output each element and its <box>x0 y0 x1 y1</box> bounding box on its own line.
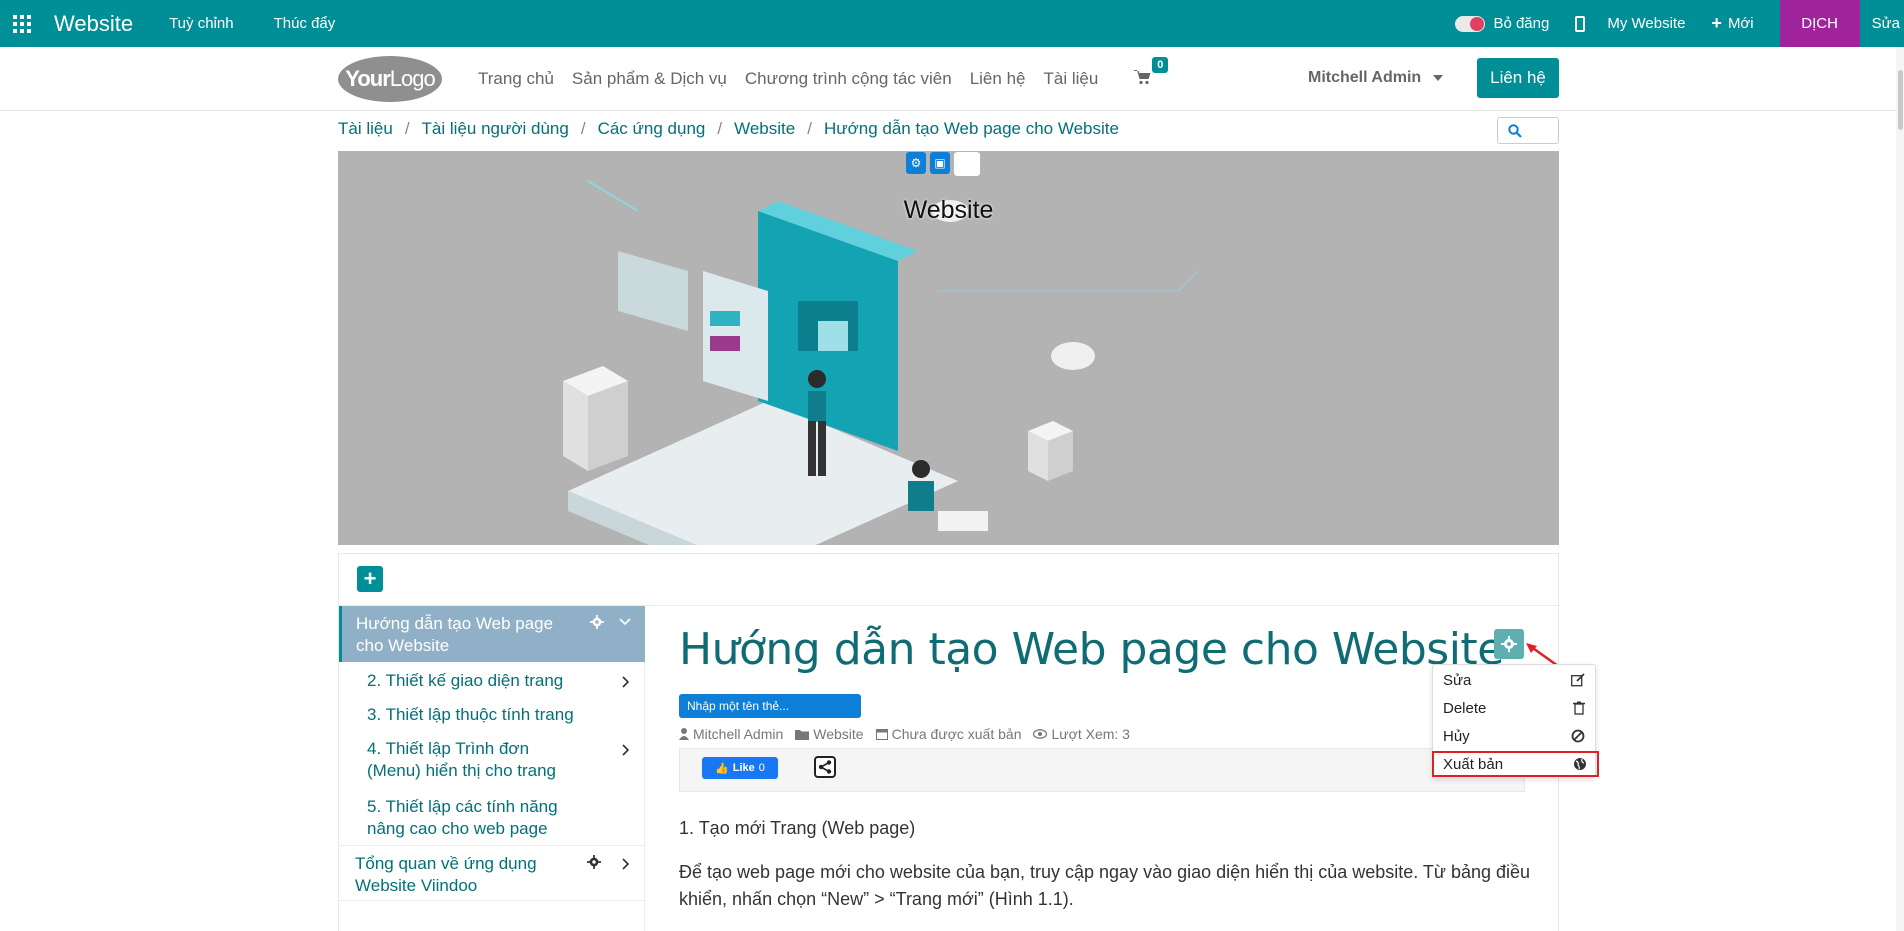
edit-icon <box>1571 673 1585 687</box>
chevron-right-icon[interactable] <box>622 676 630 688</box>
cover-image-icon[interactable]: ▣ <box>930 152 950 174</box>
cart-button[interactable]: 0 <box>1134 56 1169 90</box>
unpublish-toggle[interactable]: Bỏ đăng <box>1455 15 1549 32</box>
mobile-preview-icon[interactable] <box>1575 15 1586 32</box>
dropdown-edit[interactable]: Sửa <box>1433 667 1595 693</box>
nav-products[interactable]: Sản phẩm & Dịch vụ <box>572 69 727 89</box>
cover-tools: ⚙ ▣ <box>906 152 980 176</box>
search-input[interactable] <box>1497 117 1559 144</box>
logo-text-light: Logo <box>389 66 436 91</box>
dropdown-cancel[interactable]: Hủy <box>1433 723 1595 749</box>
meta-status: Chưa được xuất bản <box>875 726 1021 742</box>
unpublish-label: Bỏ đăng <box>1493 15 1550 32</box>
share-bar: 👍 Like 0 <box>679 748 1525 792</box>
nav-contact[interactable]: Liên hệ <box>970 69 1026 89</box>
breadcrumb-user-docs[interactable]: Tài liệu người dùng <box>422 119 569 139</box>
site-logo[interactable]: Your Logo <box>338 56 442 102</box>
menu-promote[interactable]: Thúc đẩy <box>274 15 336 32</box>
ban-icon <box>1571 729 1585 743</box>
sidebar-active-label: Hướng dẫn tạo Web page cho Website <box>356 614 554 655</box>
share-icon[interactable] <box>814 756 836 778</box>
page-scrollbar-thumb[interactable] <box>1898 70 1903 130</box>
dropdown-delete[interactable]: Delete <box>1433 695 1595 721</box>
eye-icon <box>1033 729 1048 739</box>
menu-customize[interactable]: Tuỳ chỉnh <box>169 15 233 32</box>
cover-color-swatch[interactable] <box>954 152 980 176</box>
cart-count-badge: 0 <box>1152 56 1169 73</box>
nav-docs[interactable]: Tài liệu <box>1043 69 1098 89</box>
site-header: Your Logo Trang chủ Sản phẩm & Dịch vụ Ch… <box>0 47 1904 111</box>
toggle-switch[interactable] <box>1455 15 1486 32</box>
sidebar-item-properties[interactable]: 3. Thiết lập thuộc tính trang <box>367 704 587 726</box>
chevron-down-icon[interactable] <box>619 618 631 626</box>
user-menu[interactable]: Mitchell Admin <box>1308 69 1444 87</box>
trash-icon <box>1573 701 1585 715</box>
gear-icon <box>1501 636 1517 652</box>
sidebar-item-design[interactable]: 2. Thiết kế giao diện trang <box>367 670 587 692</box>
cover-settings-icon[interactable]: ⚙ <box>906 152 926 174</box>
sidebar-item-advanced[interactable]: 5. Thiết lập các tính năng nâng cao cho … <box>367 796 577 840</box>
meta-category[interactable]: Website <box>795 726 864 742</box>
caret-down-icon <box>1433 75 1444 81</box>
translate-button[interactable]: DỊCH <box>1779 0 1860 47</box>
admin-topbar: Website Tuỳ chỉnh Thúc đẩy Bỏ đăng My We… <box>0 0 1904 47</box>
nav-home[interactable]: Trang chủ <box>478 69 554 89</box>
calendar-icon <box>875 729 888 740</box>
globe-icon <box>1574 758 1586 770</box>
nav-affiliate[interactable]: Chương trình cộng tác viên <box>745 69 952 89</box>
add-section-button[interactable]: + <box>357 566 383 592</box>
tag-input[interactable]: Nhập một tên thẻ... <box>679 694 861 718</box>
doc-sidebar: Hướng dẫn tạo Web page cho Website 2. Th… <box>339 606 645 931</box>
my-website-link[interactable]: My Website <box>1607 15 1685 32</box>
new-button[interactable]: + Mới <box>1711 13 1753 34</box>
sidebar-overview-label: Tổng quan về ứng dụng Website Viindoo <box>355 854 537 895</box>
gear-icon[interactable] <box>590 615 604 629</box>
folder-icon <box>795 729 810 740</box>
facebook-like-button[interactable]: 👍 Like 0 <box>702 757 778 779</box>
chevron-right-icon[interactable] <box>622 858 630 870</box>
content-card: + Hướng dẫn tạo Web page cho Website 2. … <box>338 553 1560 931</box>
sidebar-item-active[interactable]: Hướng dẫn tạo Web page cho Website <box>339 606 645 662</box>
post-options-button[interactable] <box>1494 629 1524 659</box>
apps-grid-icon[interactable] <box>0 0 44 47</box>
gear-icon[interactable] <box>587 855 601 869</box>
plus-icon: + <box>1711 13 1722 33</box>
breadcrumb-apps[interactable]: Các ứng dụng <box>598 119 706 139</box>
breadcrumb-current[interactable]: Hướng dẫn tạo Web page cho Website <box>824 119 1119 139</box>
section-heading: 1. Tạo mới Trang (Web page) <box>679 818 916 838</box>
post-meta: Mitchell Admin Website Chưa được xuất bả… <box>679 726 1130 742</box>
sidebar-item-overview[interactable]: Tổng quan về ứng dụng Website Viindoo <box>339 845 645 901</box>
contact-button[interactable]: Liên hệ <box>1477 58 1559 98</box>
post-title[interactable]: Hướng dẫn tạo Web page cho Website <box>679 624 1504 675</box>
meta-author: Mitchell Admin <box>679 726 783 742</box>
cover-title[interactable]: Website <box>338 196 1559 225</box>
meta-views: Lượt Xem: 3 <box>1033 726 1130 742</box>
user-icon <box>679 728 689 740</box>
page-scrollbar[interactable] <box>1896 47 1904 931</box>
edit-button[interactable]: Sửa <box>1860 15 1904 32</box>
dropdown-publish[interactable]: Xuất bản <box>1432 751 1599 777</box>
post-options-dropdown: Sửa Delete Hủy Xuất bản <box>1432 664 1599 778</box>
breadcrumb: Tài liệu / Tài liệu người dùng / Các ứng… <box>338 119 1119 139</box>
breadcrumb-docs[interactable]: Tài liệu <box>338 119 393 139</box>
main-nav: Trang chủ Sản phẩm & Dịch vụ Chương trìn… <box>478 47 1169 111</box>
new-label: Mới <box>1727 15 1754 32</box>
thumbs-up-icon: 👍 <box>715 762 729 775</box>
sidebar-item-menu[interactable]: 4. Thiết lập Trình đơn (Menu) hiển thị c… <box>367 738 577 782</box>
user-name: Mitchell Admin <box>1308 69 1422 86</box>
cart-icon <box>1134 69 1151 84</box>
breadcrumb-website[interactable]: Website <box>734 119 795 139</box>
chevron-right-icon[interactable] <box>622 744 630 756</box>
app-brand[interactable]: Website <box>54 11 133 37</box>
search-icon <box>1508 123 1522 138</box>
logo-text-bold: Your <box>345 66 390 91</box>
section-paragraph: Để tạo web page mới cho website của bạn,… <box>679 862 1531 909</box>
